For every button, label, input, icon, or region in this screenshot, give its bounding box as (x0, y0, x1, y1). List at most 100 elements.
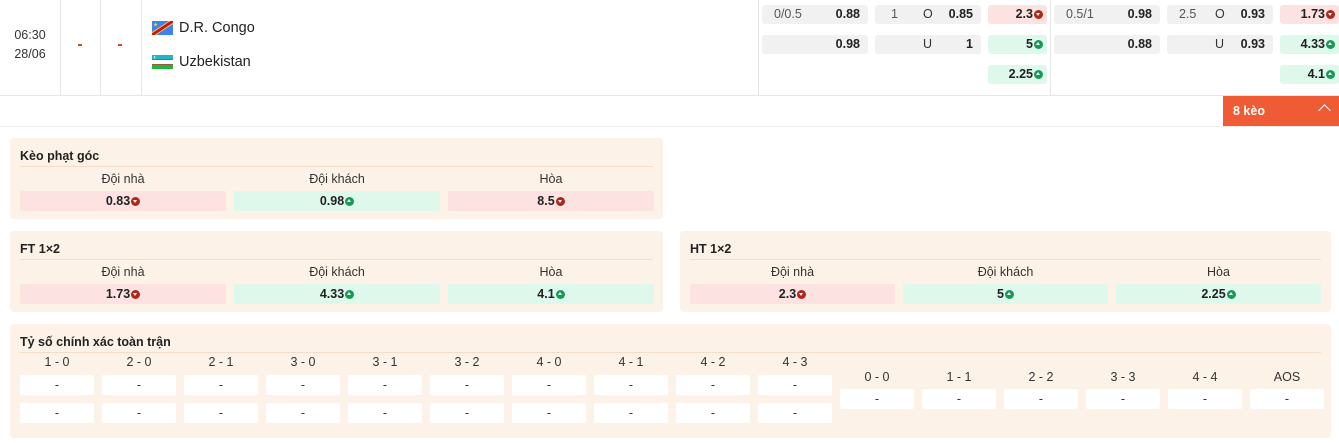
ft-1x2-away-odds: 5 (1026, 37, 1033, 51)
score-odds-cell[interactable]: - (512, 403, 586, 423)
ft-1x2-panel-draw-odds[interactable]: 4.1 (448, 284, 654, 304)
arrow-up-icon (345, 289, 355, 299)
ft-1x2-header-home: Đội nhà (101, 265, 145, 279)
corners-header-home: Đội nhà (101, 172, 145, 186)
arrow-down-icon (131, 289, 141, 299)
score-odds-cell[interactable]: - (430, 375, 504, 395)
score-odds-cell[interactable]: - (840, 389, 914, 409)
match-row[interactable]: 06:30 28/06 - - D.R. Congo Uzbekistan 0/… (0, 0, 1339, 96)
ht-handicap-home[interactable]: 0.5/1 0.98 (1054, 5, 1160, 24)
ft-1x2-panel-away-odds[interactable]: 4.33 (234, 284, 440, 304)
drc-flag-icon (152, 21, 173, 35)
score-odds-cell[interactable]: - (676, 375, 750, 395)
ht-handicap-away[interactable]: 0.88 (1054, 35, 1160, 54)
divider (1050, 0, 1051, 96)
divider (758, 0, 759, 96)
away-team-name: Uzbekistan (179, 54, 251, 70)
ht-1x2-draw[interactable]: 4.1 (1280, 65, 1339, 84)
match-time: 06:30 28/06 (0, 26, 60, 64)
score-odds-cell[interactable]: - (266, 375, 340, 395)
score-odds-cell[interactable]: - (594, 375, 668, 395)
odds-value: 8.5 (537, 194, 555, 208)
correct-score-panel: Tỷ số chính xác toàn trận 1 - 0--2 - 0--… (10, 324, 1331, 438)
score-odds-cell[interactable]: - (594, 403, 668, 423)
home-team-name: D.R. Congo (179, 20, 255, 36)
ht-over[interactable]: 2.5 O 0.93 (1167, 5, 1273, 24)
corners-title: Kèo phạt góc (20, 149, 100, 163)
score-odds-cell[interactable]: - (758, 403, 832, 423)
ht-1x2-draw-odds: 4.1 (1307, 67, 1325, 81)
corners-draw-odds[interactable]: 8.5 (448, 191, 654, 211)
ht-1x2-header-away: Đội khách (977, 265, 1034, 279)
home-team[interactable]: D.R. Congo (152, 18, 255, 38)
ft-1x2-panel-home-odds[interactable]: 1.73 (20, 284, 226, 304)
arrow-down-icon (555, 196, 565, 206)
corners-home-odds[interactable]: 0.83 (20, 191, 226, 211)
score-odds-cell[interactable]: - (348, 375, 422, 395)
ft-handicap-away-odds: 0.98 (835, 37, 860, 51)
ft-over[interactable]: 1 O 0.85 (875, 5, 981, 24)
ft-1x2-home-odds: 2.3 (1015, 7, 1033, 21)
ht-1x2-panel-draw-odds[interactable]: 2.25 (1116, 284, 1321, 304)
ht-under-odds: 0.93 (1240, 37, 1265, 51)
score-odds-cell[interactable]: - (922, 389, 996, 409)
score-odds-cell[interactable]: - (184, 375, 258, 395)
ft-1x2-draw[interactable]: 2.25 (988, 65, 1047, 84)
score-odds-cell[interactable]: - (266, 403, 340, 423)
ft-1x2-home[interactable]: 2.3 (988, 5, 1047, 24)
odds-value: 5 (997, 287, 1004, 301)
ht-1x2-away[interactable]: 4.33 (1280, 35, 1339, 54)
away-team[interactable]: Uzbekistan (152, 52, 251, 72)
arrow-up-icon (1326, 69, 1335, 79)
ht-under[interactable]: U 0.93 (1167, 35, 1273, 54)
ft-handicap-home[interactable]: 0/0.5 0.88 (762, 5, 868, 24)
ht-1x2-header-draw: Hòa (1207, 265, 1230, 279)
arrow-down-icon (1034, 9, 1043, 19)
corners-panel: Kèo phạt góc Đội nhà Đội khách Hòa 0.83 … (10, 138, 663, 219)
odds-value: 2.25 (1201, 287, 1226, 301)
odds-value: 2.3 (778, 287, 797, 301)
score-odds-cell[interactable]: - (20, 375, 94, 395)
score-odds-cell[interactable]: - (758, 375, 832, 395)
score-label: 2 - 1 (208, 355, 234, 369)
score-odds-cell[interactable]: - (430, 403, 504, 423)
ft-under[interactable]: U 1 (875, 35, 981, 54)
score-odds-cell[interactable]: - (102, 375, 176, 395)
ft-handicap-line: 0/0.5 (774, 7, 802, 21)
uzbekistan-flag-icon (152, 55, 173, 69)
ht-1x2-title: HT 1×2 (690, 242, 732, 256)
arrow-up-icon (1226, 289, 1236, 299)
score-odds-cell[interactable]: - (20, 403, 94, 423)
ht-1x2-home-odds: 1.73 (1300, 7, 1325, 21)
more-odds-button[interactable]: 8 kèo (1223, 96, 1339, 126)
corners-header-away: Đội khách (309, 172, 365, 186)
corners-header-draw: Hòa (539, 172, 563, 186)
score-odds-cell[interactable]: - (1086, 389, 1160, 409)
arrow-up-icon (1034, 39, 1043, 49)
more-odds-label: 8 kèo (1233, 104, 1265, 118)
ht-1x2-panel-home-odds[interactable]: 2.3 (690, 284, 895, 304)
ht-1x2-home[interactable]: 1.73 (1280, 5, 1339, 24)
score-odds-cell[interactable]: - (102, 403, 176, 423)
ht-under-label: U (1215, 37, 1225, 51)
ft-1x2-header-draw: Hòa (539, 265, 563, 279)
corners-away-odds[interactable]: 0.98 (234, 191, 440, 211)
score-odds-cell[interactable]: - (676, 403, 750, 423)
ht-over-label: O (1215, 7, 1225, 21)
ht-handicap-home-odds: 0.98 (1127, 7, 1152, 21)
score-odds-cell[interactable]: - (512, 375, 586, 395)
score-odds-cell[interactable]: - (1004, 389, 1078, 409)
arrow-up-icon (345, 196, 355, 206)
away-score: - (117, 36, 123, 53)
correct-score-title: Tỷ số chính xác toàn trận (20, 335, 171, 349)
score-odds-cell[interactable]: - (1168, 389, 1242, 409)
ft-handicap-away[interactable]: 0.98 (762, 35, 868, 54)
score-label: 3 - 1 (372, 355, 398, 369)
score-odds-cell[interactable]: - (184, 403, 258, 423)
score-odds-cell[interactable]: - (348, 403, 422, 423)
ft-1x2-away[interactable]: 5 (988, 35, 1047, 54)
odds-value: 0.83 (105, 194, 131, 208)
ht-1x2-panel-away-odds[interactable]: 5 (903, 284, 1108, 304)
score-odds-cell[interactable]: - (1250, 389, 1324, 409)
odds-value: 4.33 (319, 287, 345, 301)
